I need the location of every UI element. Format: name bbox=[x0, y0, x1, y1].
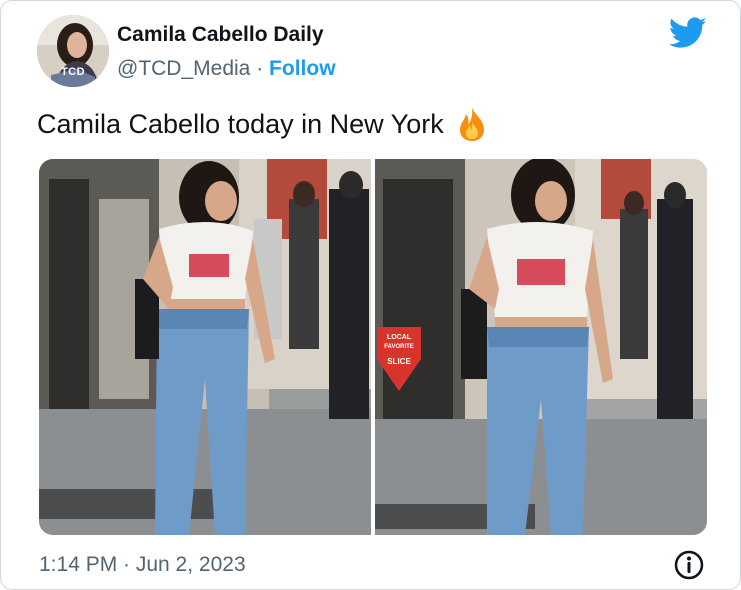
sign-line-2: FAVORITE bbox=[384, 344, 414, 350]
fire-icon bbox=[454, 105, 490, 143]
display-name[interactable]: Camila Cabello Daily bbox=[117, 23, 324, 47]
separator: · bbox=[256, 57, 264, 80]
sign-line-3: SLICE bbox=[387, 357, 411, 366]
tweet-card[interactable]: TCD Camila Cabello Daily @TCD_Media · Fo… bbox=[0, 0, 741, 590]
twitter-bird-icon[interactable] bbox=[668, 17, 707, 49]
avatar[interactable]: TCD bbox=[37, 15, 109, 87]
tweet-header: TCD Camila Cabello Daily @TCD_Media · Fo… bbox=[37, 15, 717, 87]
handle-line: @TCD_Media · Follow bbox=[117, 57, 336, 81]
info-icon[interactable] bbox=[673, 549, 705, 581]
follow-button[interactable]: Follow bbox=[269, 57, 336, 80]
tweet-timestamp[interactable]: 1:14 PM · Jun 2, 2023 bbox=[39, 553, 246, 577]
media-grid: LOCAL FAVORITE SLICE bbox=[39, 159, 707, 535]
tweet-text: Camila Cabello today in New York bbox=[37, 105, 490, 143]
tweet-text-content: Camila Cabello today in New York bbox=[37, 108, 444, 139]
photo-2[interactable]: LOCAL FAVORITE SLICE bbox=[375, 159, 707, 535]
handle[interactable]: @TCD_Media bbox=[117, 57, 250, 80]
sign-line-1: LOCAL bbox=[387, 334, 412, 341]
photo-1[interactable] bbox=[39, 159, 371, 535]
avatar-badge: TCD bbox=[60, 66, 86, 78]
